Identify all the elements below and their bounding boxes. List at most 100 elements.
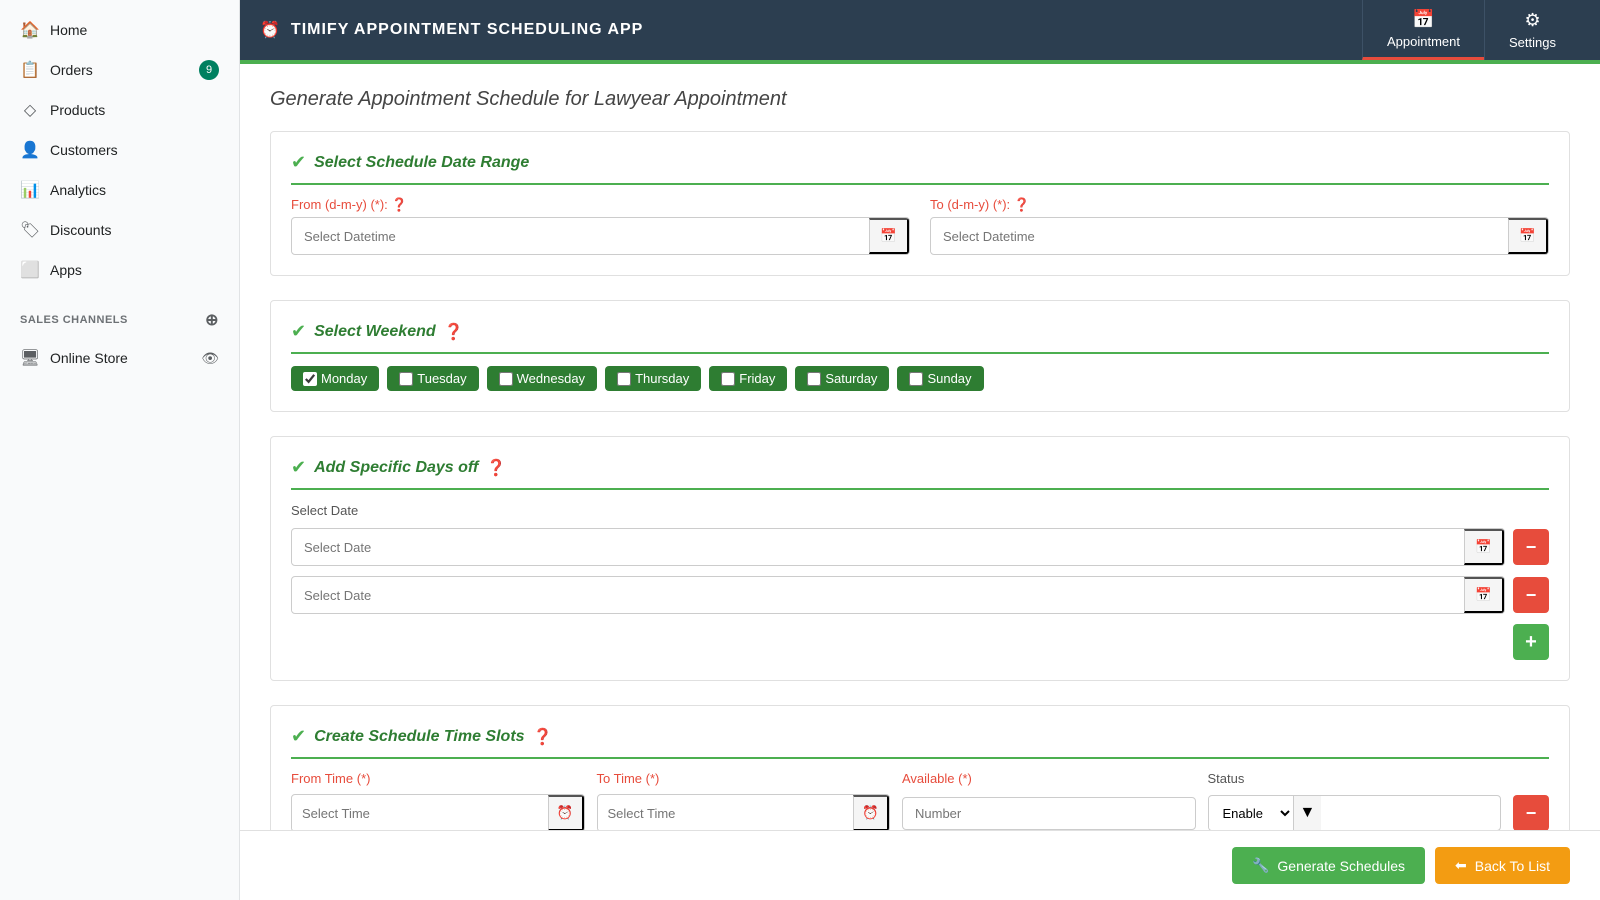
time-slots-section: ✔ Create Schedule Time Slots ❓ From Time…	[270, 705, 1570, 830]
weekend-help-icon[interactable]: ❓	[444, 322, 464, 342]
time-slots-help-icon[interactable]: ❓	[533, 727, 553, 747]
apps-icon: ⬜	[20, 260, 40, 280]
tab-appointment[interactable]: 📅 Appointment	[1362, 0, 1484, 60]
from-time-input-1[interactable]	[292, 798, 548, 829]
remove-slot-btn-1[interactable]: −	[1513, 795, 1549, 830]
from-date-input-wrap: 📅	[291, 217, 910, 255]
sidebar-item-products[interactable]: ◇ Products	[0, 90, 239, 130]
from-time-clock-1[interactable]: ⏰	[548, 795, 584, 830]
orders-badge: 9	[199, 60, 219, 80]
sidebar: 🏠 Home 📋 Orders 9 ◇ Products 👤 Customers…	[0, 0, 240, 900]
date-range-title: Select Schedule Date Range	[314, 154, 529, 172]
checkbox-monday[interactable]	[303, 372, 317, 386]
generate-icon: 🔧	[1252, 857, 1269, 874]
generate-schedules-button[interactable]: 🔧 Generate Schedules	[1232, 847, 1425, 884]
day-tuesday[interactable]: Tuesday	[387, 366, 478, 391]
check-icon-1: ✔	[291, 152, 306, 173]
days-off-help-icon[interactable]: ❓	[486, 458, 506, 478]
select-date-label: Select Date	[291, 503, 358, 518]
back-to-list-button[interactable]: ⬅ Back To List	[1435, 847, 1570, 884]
analytics-icon: 📊	[20, 180, 40, 200]
checkbox-sunday[interactable]	[909, 372, 923, 386]
checkbox-thursday[interactable]	[617, 372, 631, 386]
days-off-section: ✔ Add Specific Days off ❓ Select Date 📅 …	[270, 436, 1570, 681]
to-date-calendar-btn[interactable]: 📅	[1508, 218, 1548, 254]
discounts-icon: 🏷	[20, 220, 40, 240]
col-from-time: From Time (*)	[291, 771, 585, 786]
customers-icon: 👤	[20, 140, 40, 160]
available-input-1[interactable]	[902, 797, 1196, 830]
days-off-title: Add Specific Days off	[314, 459, 478, 477]
add-date-btn[interactable]: +	[1513, 624, 1549, 660]
weekend-header: ✔ Select Weekend ❓	[291, 321, 1549, 354]
day-wednesday[interactable]: Wednesday	[487, 366, 597, 391]
from-date-label: From (d-m-y) (*): ❓	[291, 197, 910, 213]
from-date-calendar-btn[interactable]: 📅	[869, 218, 909, 254]
sidebar-item-discounts[interactable]: 🏷 Discounts	[0, 210, 239, 250]
online-store-icon: 🖥	[20, 348, 40, 368]
date-row-2: 📅 −	[291, 576, 1549, 614]
to-time-clock-1[interactable]: ⏰	[853, 795, 889, 830]
sales-channels-header: SALES CHANNELS ⊕	[0, 302, 239, 338]
app-title: TIMIFY APPOINTMENT SCHEDULING APP	[291, 21, 643, 39]
clock-icon: ⏰	[260, 20, 281, 40]
check-icon-3: ✔	[291, 457, 306, 478]
sidebar-item-home[interactable]: 🏠 Home	[0, 10, 239, 50]
time-slots-title: Create Schedule Time Slots	[314, 728, 524, 746]
status-select-1[interactable]: Enable Disable	[1209, 797, 1293, 830]
check-icon-2: ✔	[291, 321, 306, 342]
content-area: Generate Appointment Schedule for Lawyea…	[240, 64, 1600, 830]
date-cal-btn-1[interactable]: 📅	[1464, 529, 1504, 565]
from-time-1-wrap: ⏰	[291, 794, 585, 830]
eye-icon: 👁	[201, 350, 219, 367]
day-monday[interactable]: Monday	[291, 366, 379, 391]
time-slot-row-1: ⏰ ⏰ Enable Disable ▼ −	[291, 794, 1549, 830]
time-slots-col-headers: From Time (*) To Time (*) Available (*) …	[291, 771, 1549, 786]
col-status: Status	[1208, 771, 1502, 786]
sidebar-item-customers[interactable]: 👤 Customers	[0, 130, 239, 170]
main-area: ⏰ TIMIFY APPOINTMENT SCHEDULING APP 📅 Ap…	[240, 0, 1600, 900]
checkbox-tuesday[interactable]	[399, 372, 413, 386]
date-row-1: 📅 −	[291, 528, 1549, 566]
app-title-area: ⏰ TIMIFY APPOINTMENT SCHEDULING APP	[260, 20, 643, 40]
date-input-2-wrap: 📅	[291, 576, 1505, 614]
day-friday[interactable]: Friday	[709, 366, 787, 391]
sidebar-item-orders[interactable]: 📋 Orders 9	[0, 50, 239, 90]
from-date-input[interactable]	[292, 221, 869, 252]
from-date-group: From (d-m-y) (*): ❓ 📅	[291, 197, 910, 255]
checkbox-friday[interactable]	[721, 372, 735, 386]
app-header-tabs: 📅 Appointment ⚙ Settings	[1362, 0, 1580, 60]
weekend-section: ✔ Select Weekend ❓ Monday Tuesday Wednes…	[270, 300, 1570, 412]
page-title: Generate Appointment Schedule for Lawyea…	[270, 88, 1570, 111]
sidebar-item-analytics[interactable]: 📊 Analytics	[0, 170, 239, 210]
sidebar-item-apps[interactable]: ⬜ Apps	[0, 250, 239, 290]
sidebar-item-online-store[interactable]: 🖥 Online Store 👁	[0, 338, 239, 378]
col-to-time: To Time (*)	[597, 771, 891, 786]
status-select-1-wrap: Enable Disable ▼	[1208, 795, 1502, 830]
to-date-group: To (d-m-y) (*): ❓ 📅	[930, 197, 1549, 255]
weekend-title: Select Weekend	[314, 323, 436, 341]
settings-tab-icon: ⚙	[1524, 10, 1540, 31]
products-icon: ◇	[20, 100, 40, 120]
day-saturday[interactable]: Saturday	[795, 366, 889, 391]
add-channel-icon[interactable]: ⊕	[205, 310, 219, 330]
add-date-row: +	[291, 624, 1549, 660]
from-help-icon[interactable]: ❓	[391, 197, 407, 212]
day-thursday[interactable]: Thursday	[605, 366, 701, 391]
remove-date-btn-2[interactable]: −	[1513, 577, 1549, 613]
date-input-1[interactable]	[292, 532, 1464, 563]
date-cal-btn-2[interactable]: 📅	[1464, 577, 1504, 613]
to-date-input[interactable]	[931, 221, 1508, 252]
checkbox-saturday[interactable]	[807, 372, 821, 386]
day-sunday[interactable]: Sunday	[897, 366, 983, 391]
to-time-input-1[interactable]	[598, 798, 854, 829]
to-help-icon[interactable]: ❓	[1014, 197, 1030, 212]
checkbox-wednesday[interactable]	[499, 372, 513, 386]
status-dropdown-arrow-1: ▼	[1293, 796, 1322, 830]
orders-icon: 📋	[20, 60, 40, 80]
remove-date-btn-1[interactable]: −	[1513, 529, 1549, 565]
date-input-1-wrap: 📅	[291, 528, 1505, 566]
tab-settings[interactable]: ⚙ Settings	[1484, 0, 1580, 60]
date-range-section: ✔ Select Schedule Date Range From (d-m-y…	[270, 131, 1570, 276]
date-input-2[interactable]	[292, 580, 1464, 611]
